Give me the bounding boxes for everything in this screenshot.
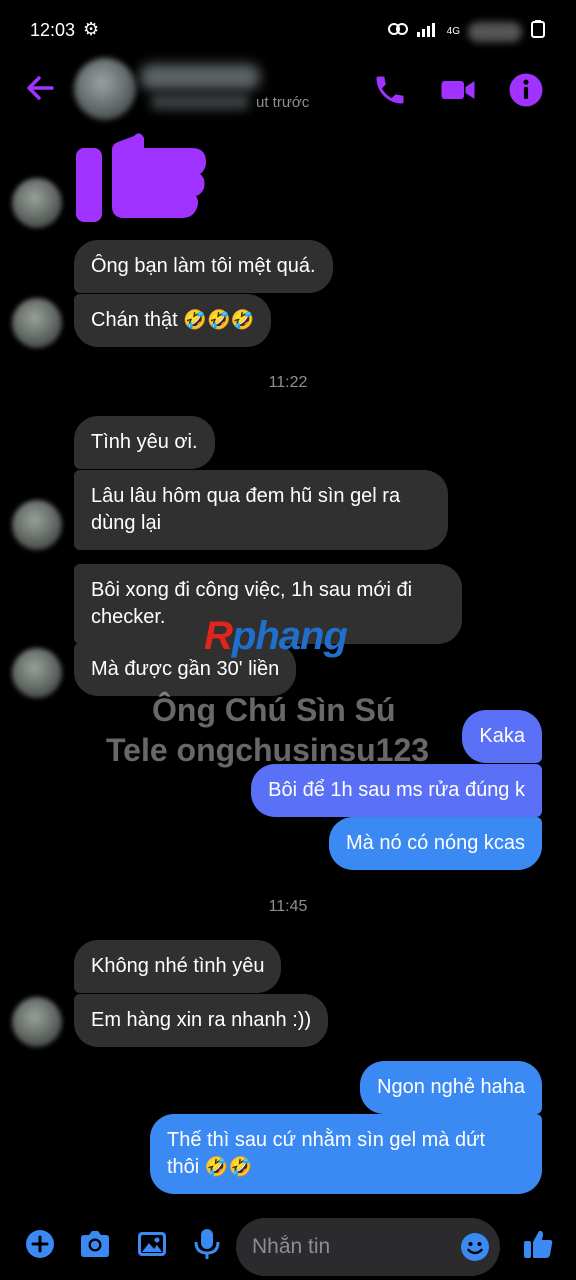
- incoming-message[interactable]: Ông bạn làm tôi mệt quá.: [74, 240, 333, 293]
- incoming-message[interactable]: Em hàng xin ra nhanh :)): [74, 994, 329, 1047]
- message-input-wrapper: [236, 1218, 500, 1276]
- message-line: dùng lại: [91, 512, 162, 534]
- outgoing-message[interactable]: Mà nó có nóng kcas: [329, 817, 542, 870]
- gear-icon: ⚙: [83, 19, 100, 39]
- watermark-text: Ông Chú Sìn Sú: [152, 692, 396, 728]
- message-line: thôi 🤣🤣: [167, 1156, 253, 1178]
- laughing-emoji: 🤣🤣: [204, 1157, 253, 1178]
- contact-avatar-small: [12, 500, 62, 550]
- contact-avatar-small: [12, 178, 62, 228]
- incoming-message[interactable]: Lâu lâu hôm qua đem hũ sìn gel ra dùng l…: [74, 470, 448, 550]
- battery-icon: [530, 20, 546, 43]
- emoji-icon[interactable]: [460, 1232, 490, 1262]
- status-indicators: 4G: [387, 20, 546, 43]
- outgoing-message[interactable]: Thế thì sau cứ nhằm sìn gel mà dứt thôi …: [150, 1114, 542, 1194]
- back-arrow-icon[interactable]: [22, 70, 58, 106]
- incoming-message[interactable]: Không nhé tình yêu: [74, 940, 282, 993]
- video-icon[interactable]: [440, 72, 476, 108]
- conversation-header: ut trước: [0, 56, 576, 126]
- message-line: Bôi xong đi công việc, 1h sau mới đi: [91, 579, 413, 601]
- contact-avatar-small: [12, 648, 62, 698]
- message-input[interactable]: [252, 1218, 452, 1276]
- plus-icon[interactable]: [24, 1228, 56, 1260]
- contact-status-blurred: [150, 94, 250, 110]
- timestamp: 11:45: [268, 898, 308, 915]
- mic-icon[interactable]: [192, 1228, 224, 1260]
- status-bar: 12:03 ⚙ 4G: [0, 0, 576, 60]
- outgoing-message[interactable]: Ngon nghẻ haha: [360, 1061, 542, 1114]
- incoming-message[interactable]: Chán thật 🤣🤣🤣: [74, 294, 272, 347]
- contact-avatar[interactable]: [74, 58, 136, 120]
- info-icon[interactable]: [508, 72, 544, 108]
- image-icon[interactable]: [136, 1228, 168, 1260]
- network-type: 4G: [446, 25, 460, 37]
- incoming-message[interactable]: Tình yêu ơi.: [74, 416, 215, 469]
- like-icon[interactable]: [522, 1228, 554, 1260]
- phone-icon[interactable]: [372, 72, 408, 108]
- outgoing-message[interactable]: Bôi để 1h sau ms rửa đúng k: [251, 764, 542, 817]
- timestamp: 11:22: [268, 374, 308, 391]
- laughing-emoji: 🤣🤣🤣: [183, 310, 255, 331]
- message-line: Lâu lâu hôm qua đem hũ sìn gel ra: [91, 485, 401, 507]
- contact-status-text: ut trước: [256, 94, 310, 111]
- thumbs-up-icon: [74, 130, 208, 224]
- link-icon: [387, 21, 409, 42]
- outgoing-message[interactable]: Kaka: [462, 710, 542, 763]
- contact-avatar-small: [12, 298, 62, 348]
- watermark-logo: Rphang: [204, 614, 348, 658]
- blurred-status-area: [468, 21, 522, 42]
- contact-avatar-small: [12, 997, 62, 1047]
- contact-name-blurred[interactable]: [140, 64, 260, 90]
- watermark-text: Tele ongchusinsu123: [106, 732, 430, 768]
- message-text: Chán thật: [91, 309, 184, 331]
- camera-icon[interactable]: [78, 1228, 110, 1260]
- status-time: 12:03: [30, 20, 76, 40]
- message-line: Thế thì sau cứ nhằm sìn gel mà dứt: [167, 1129, 486, 1151]
- signal-icon: [416, 21, 439, 42]
- message-composer: [0, 1210, 576, 1280]
